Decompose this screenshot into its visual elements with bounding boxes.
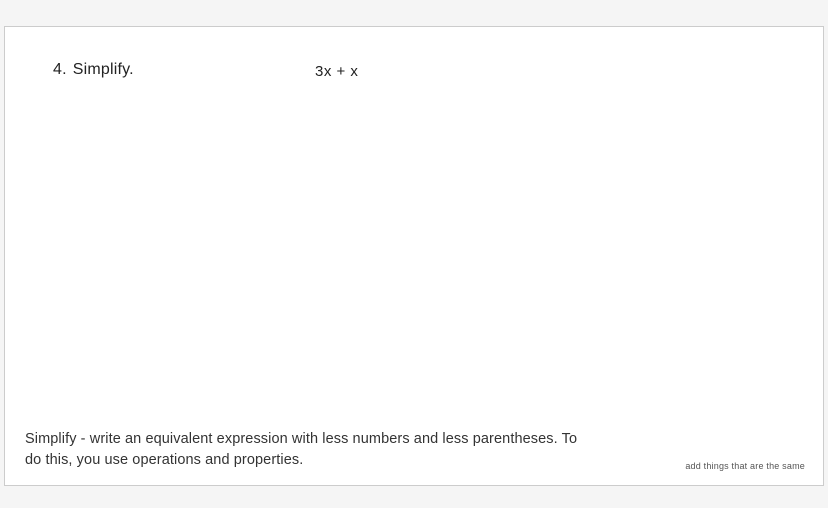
bottom-bar: [4, 486, 824, 504]
question-prompt: Simplify.: [73, 61, 134, 79]
slide-frame: 4. Simplify. 3x + x Simplify - write an …: [4, 26, 824, 486]
hint-text: add things that are the same: [685, 461, 805, 471]
top-bar: [4, 4, 824, 26]
definition-text: Simplify - write an equivalent expressio…: [25, 429, 585, 471]
question-row: 4. Simplify.: [53, 61, 775, 79]
question-number: 4.: [53, 61, 67, 79]
question-expression: 3x + x: [315, 63, 358, 80]
